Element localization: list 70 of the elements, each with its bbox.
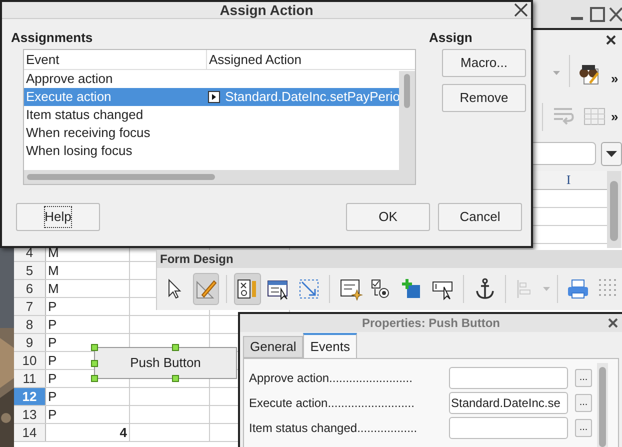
printer-icon [566,277,590,301]
push-button[interactable]: Push Button [94,347,237,379]
input-field[interactable]: Standard.DateInc.se [449,392,568,414]
input-field[interactable] [449,366,568,388]
event-row[interactable]: When receiving focus [24,124,400,142]
dropdown-button[interactable] [601,142,622,166]
event-label: Approve action......................... [249,370,414,386]
window-title: Properties: Push Button [362,315,500,332]
event-row[interactable]: Approve action [24,70,400,88]
close-icon[interactable] [608,318,618,328]
table-cell: P [46,406,130,423]
overflow-mark[interactable]: » [611,110,618,123]
resize-handle[interactable] [91,344,98,351]
macro-button[interactable]: Macro... [442,49,526,77]
scrollbar[interactable] [24,170,400,184]
column-header[interactable]: Event [24,50,207,69]
tab[interactable]: General [243,336,304,358]
row-header[interactable]: 14 [14,424,46,441]
resize-handle[interactable] [172,344,179,351]
window-title: Assign Action [220,0,314,20]
event-label: Item status changed.................. [249,420,418,436]
row-header[interactable]: 5 [14,262,46,279]
table-cell: P [46,388,130,405]
remove-button[interactable]: Remove [442,84,526,112]
maximize-icon[interactable] [590,7,605,22]
table-cell: M [46,280,130,297]
minimize-icon[interactable] [571,17,583,21]
section-heading: Assign [429,29,472,47]
table-cell: M [46,262,130,279]
close-icon[interactable] [609,7,622,22]
browse-button[interactable]: ... [575,418,592,436]
ok-button[interactable]: OK [346,203,430,231]
input-field[interactable] [449,416,568,438]
sparkle-document-icon [338,277,363,301]
event-label: Execute action.......................... [249,394,416,412]
event-row[interactable]: Item status changed [24,106,400,124]
row-header[interactable]: 6 [14,280,46,297]
row-header[interactable]: 7 [14,298,46,315]
row-header[interactable]: 11 [14,370,46,387]
resize-handle[interactable] [172,375,179,382]
close-icon[interactable] [514,3,528,17]
help-button[interactable]: Help [16,203,100,231]
table-cell: P [46,298,130,315]
scrollbar[interactable] [399,71,415,184]
row-header[interactable]: 10 [14,352,46,369]
tab[interactable]: Events [303,333,357,358]
row-header[interactable]: 13 [14,406,46,423]
browse-button[interactable]: ... [575,394,592,412]
row-header[interactable]: 8 [14,316,46,333]
play-icon [208,91,220,103]
scrollbar[interactable] [607,171,621,248]
close-icon[interactable] [606,35,616,45]
binoculars-icon[interactable] [578,63,600,85]
scrollbar[interactable] [597,363,608,447]
table-cell: 4 [46,424,130,441]
resize-handle[interactable] [91,360,98,367]
event-row[interactable]: When losing focus [24,142,400,160]
overflow-mark[interactable]: » [611,72,618,85]
dashed-frame-icon [297,277,322,301]
column-header[interactable]: Assigned Action [207,50,304,69]
browse-button[interactable]: ... [575,368,592,386]
tool-button[interactable] [234,273,262,305]
table-cell: P [46,316,130,333]
caret-icon [606,151,617,157]
section-heading: Assignments [11,29,93,47]
combo-field[interactable] [530,142,596,165]
resize-handle[interactable] [91,375,98,382]
toolbar-title: Form Design [160,251,234,268]
row-header[interactable]: 9 [14,334,46,351]
cancel-button[interactable]: Cancel [438,203,522,231]
